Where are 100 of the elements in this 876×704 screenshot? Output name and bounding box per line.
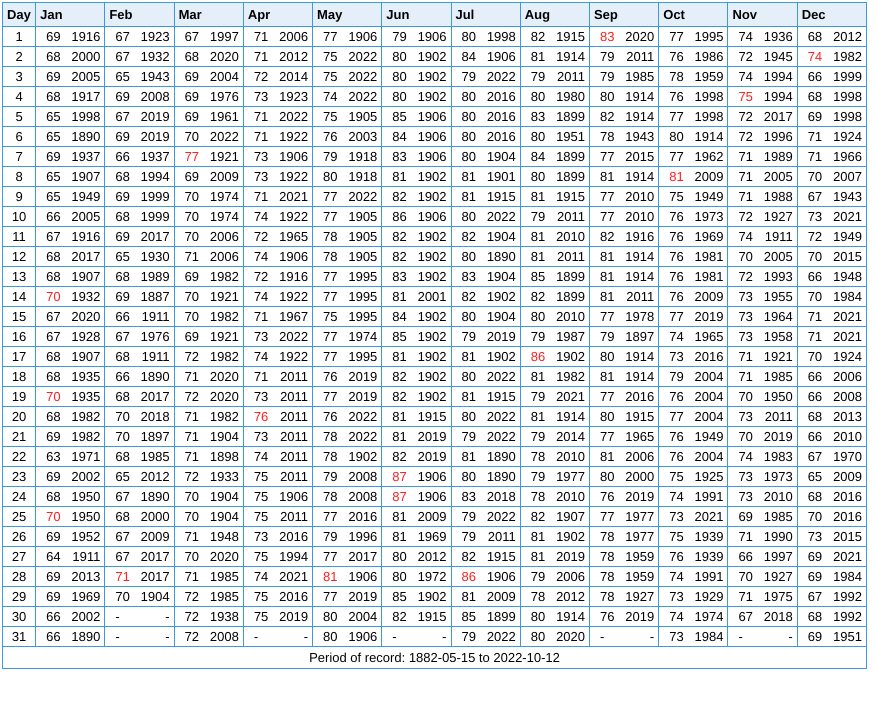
temperature-value: 72 — [254, 269, 268, 284]
day-number: 11 — [2, 226, 36, 246]
record-year: 1902 — [348, 449, 378, 464]
record-year: 2022 — [279, 109, 308, 124]
temperature-value: 84 — [462, 49, 476, 64]
record-year: 1965 — [279, 229, 308, 244]
record-year: - — [442, 629, 447, 644]
record-year: 1977 — [625, 529, 654, 544]
record-year: 1985 — [764, 509, 793, 524]
temperature-value: 79 — [462, 429, 476, 444]
temperature-value: 74 — [254, 569, 268, 584]
temperature-value: 75 — [669, 529, 684, 544]
record-year: 1982 — [71, 429, 100, 444]
day-number: 17 — [2, 346, 36, 366]
record-year: 1899 — [556, 269, 585, 284]
record-year: 2022 — [348, 89, 378, 104]
record-year: 1902 — [418, 269, 447, 284]
record-year: 1899 — [486, 609, 516, 624]
temperature-value: 71 — [254, 309, 268, 324]
record-year: 1993 — [764, 269, 793, 284]
record-year: 2017 — [348, 549, 378, 564]
temperature-value: 64 — [46, 549, 61, 564]
record-year: 1902 — [418, 309, 447, 324]
temperature-value: 68 — [46, 409, 61, 424]
record-year: 2016 — [833, 489, 862, 504]
record-year: 1950 — [764, 389, 793, 404]
record-year: 2020 — [625, 29, 654, 44]
record-year: 1915 — [556, 29, 585, 44]
temperature-value: 70 — [808, 289, 822, 304]
temperature-value: 80 — [323, 629, 338, 644]
day-number: 27 — [2, 546, 36, 566]
temperature-value: 81 — [530, 369, 546, 384]
record-year: 1927 — [764, 569, 793, 584]
record-year: 1902 — [418, 349, 447, 364]
record-year: 1902 — [418, 369, 447, 384]
record-year: 1982 — [556, 369, 585, 384]
record-year: 1921 — [210, 149, 239, 164]
temperature-value: 80 — [323, 609, 338, 624]
temperature-value: 73 — [254, 149, 268, 164]
record-year: 1904 — [486, 309, 516, 324]
temperature-value: 69 — [184, 329, 200, 344]
temperature-value: 70 — [184, 229, 200, 244]
record-year: 1973 — [694, 209, 724, 224]
temperature-value: 70 — [184, 549, 200, 564]
record-year: 1914 — [625, 349, 654, 364]
record-year: 1914 — [625, 109, 654, 124]
temperature-value: 82 — [392, 369, 407, 384]
temperature-value: 75 — [669, 189, 684, 204]
record-year: 2006 — [556, 569, 585, 584]
record-year: 2022 — [486, 369, 516, 384]
temperature-value: 66 — [738, 549, 753, 564]
record-year: 1995 — [348, 349, 378, 364]
temperature-value: 79 — [600, 69, 614, 84]
record-year: 2006 — [210, 249, 239, 264]
record-year: 2000 — [71, 49, 100, 64]
temperature-value: 72 — [184, 469, 200, 484]
temperature-value: 70 — [184, 289, 200, 304]
temperature-value: 75 — [323, 109, 338, 124]
temperature-value: 68 — [115, 169, 130, 184]
record-year: 1985 — [625, 69, 654, 84]
day-number: 24 — [2, 486, 36, 506]
temperature-value: 71 — [254, 49, 268, 64]
temperature-value: 70 — [115, 409, 130, 424]
temperature-value: 82 — [600, 229, 614, 244]
record-year: 2011 — [280, 409, 308, 424]
temperature-value: 71 — [738, 369, 753, 384]
day-number: 9 — [2, 186, 36, 206]
temperature-value: 80 — [392, 69, 407, 84]
temperature-value: 74 — [738, 229, 753, 244]
temperature-value: 80 — [530, 629, 546, 644]
record-year: 1989 — [764, 149, 793, 164]
record-year: 1995 — [348, 269, 378, 284]
temperature-value: 71 — [808, 329, 822, 344]
record-year: 1890 — [140, 489, 170, 504]
column-header: Sep — [589, 2, 659, 26]
temperature-value: 71 — [738, 529, 753, 544]
record-year: 1918 — [348, 149, 378, 164]
temperature-value: 83 — [462, 269, 476, 284]
temperature-value: 66 — [808, 429, 822, 444]
record-year: 1970 — [833, 449, 862, 464]
record-year: 2016 — [279, 589, 308, 604]
record-year: 2011 — [764, 409, 793, 424]
temperature-value: 69 — [46, 469, 61, 484]
record-year: 1949 — [71, 189, 100, 204]
record-year: 2020 — [210, 549, 239, 564]
temperature-value: 69 — [184, 269, 200, 284]
temperature-value: 72 — [738, 209, 753, 224]
record-year: 1904 — [140, 589, 170, 604]
temperature-value: 72 — [184, 629, 200, 644]
record-year: 1950 — [71, 509, 100, 524]
temperature-value: 65 — [115, 469, 130, 484]
record-year: 2016 — [625, 389, 654, 404]
record-year: 1982 — [833, 49, 862, 64]
temperature-value: 77 — [184, 149, 200, 164]
temperature-value: 80 — [462, 209, 476, 224]
record-year: 1902 — [418, 69, 447, 84]
temperature-value: 80 — [323, 169, 338, 184]
record-year: 1992 — [833, 609, 862, 624]
temperature-value: 82 — [392, 249, 407, 264]
temperature-value: 81 — [600, 369, 614, 384]
